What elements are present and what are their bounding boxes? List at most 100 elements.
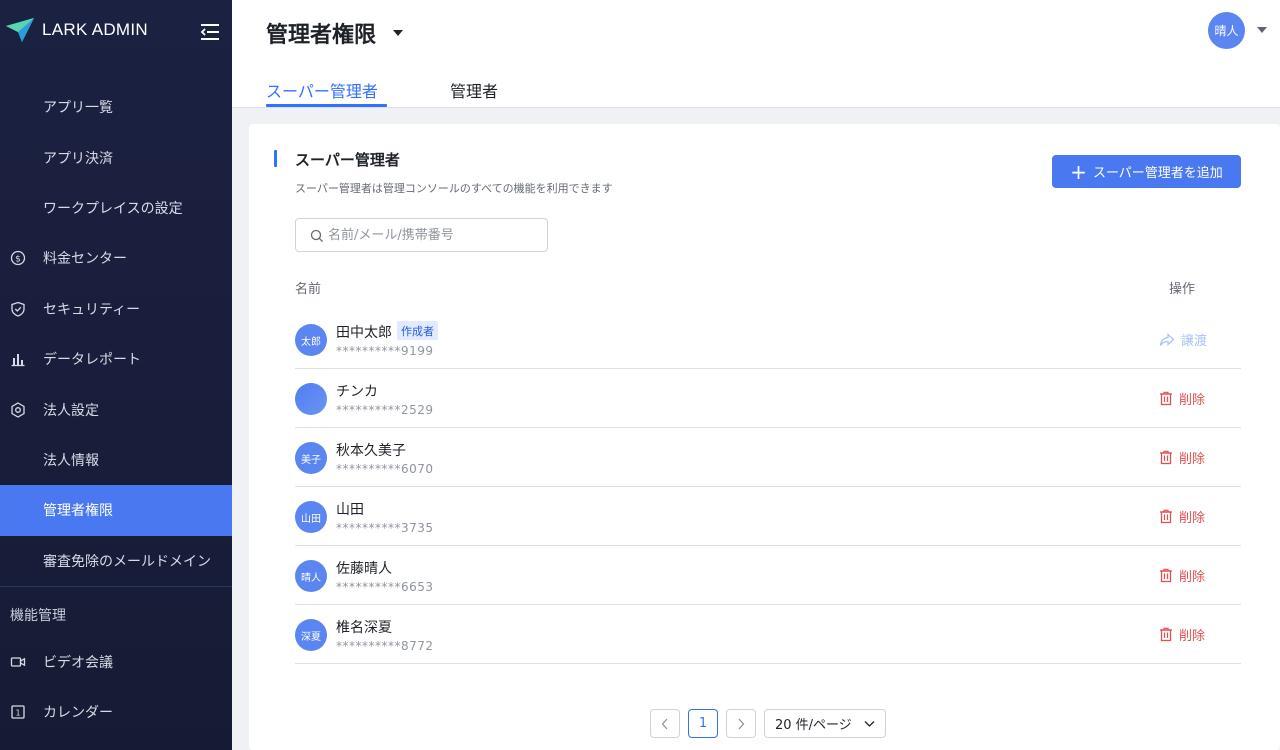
admin-phone: **********6653 — [336, 580, 434, 594]
plus-icon: + — [1070, 159, 1087, 184]
sidebar-item-app-payment[interactable]: アプリ決済 — [0, 132, 232, 182]
trash-icon — [1160, 627, 1172, 642]
prev-page-button[interactable] — [650, 709, 680, 738]
trash-icon — [1160, 568, 1172, 583]
delete-label: 削除 — [1179, 570, 1206, 585]
avatar: 太郎 — [295, 324, 327, 356]
table-row: 深夏 椎名深夏 **********8772 削除 — [295, 605, 1241, 664]
sidebar-item-label: アプリ決済 — [43, 150, 113, 167]
sidebar-item-corporate-info[interactable]: 法人情報 — [0, 435, 232, 485]
trash-icon — [1160, 391, 1172, 406]
sidebar-item-label: 法人情報 — [43, 452, 99, 469]
admin-phone: **********3735 — [336, 521, 434, 535]
table-row: 美子 秋本久美子 **********6070 削除 — [295, 428, 1241, 487]
shield-check-icon — [11, 301, 25, 317]
sidebar-item-label: 料金センター — [43, 251, 127, 268]
section-description: スーパー管理者は管理コンソールのすべての機能を利用できます — [295, 182, 613, 195]
avatar: 晴人 — [295, 560, 327, 592]
dollar-circle-icon: $ — [10, 251, 26, 266]
admin-name: 田中太郎 — [336, 325, 392, 341]
caret-down-icon[interactable] — [393, 30, 403, 36]
table-row: 晴人 佐藤晴人 **********6653 削除 — [295, 546, 1241, 605]
sidebar-item-app-list[interactable]: アプリ一覧 — [0, 82, 232, 132]
chevron-left-icon — [661, 718, 668, 729]
section-title: スーパー管理者 — [295, 151, 400, 169]
delete-button[interactable]: 削除 — [1159, 566, 1205, 585]
sidebar-item-admin-permissions[interactable]: 管理者権限 — [0, 485, 232, 536]
table-row: チンカ **********2529 削除 — [295, 369, 1241, 428]
admin-name: 山田 — [336, 502, 364, 518]
sidebar-item-video-meeting[interactable]: ビデオ会議 — [0, 637, 232, 687]
admin-name: 佐藤晴人 — [336, 561, 392, 577]
sidebar-section-title: 機能管理 — [10, 607, 66, 624]
lark-logo-icon — [6, 18, 34, 42]
sidebar-item-label: アプリ一覧 — [43, 100, 113, 117]
delete-button[interactable]: 削除 — [1159, 507, 1205, 526]
delete-button[interactable]: 削除 — [1159, 389, 1205, 408]
sidebar-item-calendar[interactable]: 1 カレンダー — [0, 687, 232, 737]
delete-label: 削除 — [1179, 452, 1206, 467]
transfer-button[interactable]: 譲渡 — [1159, 330, 1207, 349]
brand: LARK ADMIN — [0, 0, 232, 64]
delete-button[interactable]: 削除 — [1159, 448, 1205, 467]
caret-down-icon[interactable] — [1257, 27, 1267, 33]
add-super-admin-label: スーパー管理者を追加 — [1092, 166, 1223, 181]
avatar: 美子 — [295, 442, 327, 474]
sidebar-item-label: カレンダー — [43, 705, 113, 722]
svg-text:$: $ — [15, 255, 21, 265]
next-page-button[interactable] — [726, 709, 756, 738]
admin-name: チンカ — [336, 384, 378, 400]
hexagon-gear-icon — [11, 401, 25, 418]
add-super-admin-button[interactable]: + スーパー管理者を追加 — [1052, 155, 1241, 188]
delete-label: 削除 — [1179, 511, 1206, 526]
page-size-select[interactable]: 20 件/ページ — [764, 709, 886, 738]
brand-name: LARK ADMIN — [42, 20, 148, 39]
avatar — [295, 383, 327, 415]
column-header-name: 名前 — [295, 282, 322, 297]
admin-phone: **********9199 — [336, 344, 434, 358]
sidebar-nav: アプリ一覧 アプリ決済 ワークプレイスの設定 $ 料金センター セキュリティー — [0, 82, 232, 738]
page-button-current[interactable]: 1 — [688, 709, 718, 738]
super-admin-card: スーパー管理者 スーパー管理者は管理コンソールのすべての機能を利用できます + … — [249, 124, 1280, 750]
delete-button[interactable]: 削除 — [1159, 625, 1205, 644]
page-header: 管理者権限 晴人 スーパー管理者 管理者 — [232, 0, 1280, 108]
creator-badge: 作成者 — [397, 321, 438, 340]
sidebar-item-data-report[interactable]: データレポート — [0, 334, 232, 384]
sidebar-item-billing-center[interactable]: $ 料金センター — [0, 233, 232, 283]
trash-icon — [1160, 450, 1172, 465]
video-camera-icon — [10, 657, 26, 667]
sidebar-item-security[interactable]: セキュリティー — [0, 284, 232, 334]
table-row: 山田 山田 **********3735 削除 — [295, 487, 1241, 546]
menu-collapse-icon[interactable] — [198, 20, 222, 44]
table-row: 太郎 田中太郎 作成者 **********9199 譲渡 — [295, 310, 1241, 369]
section-accent-bar — [274, 150, 277, 167]
sidebar-item-label: ビデオ会議 — [43, 655, 113, 672]
admin-phone: **********2529 — [336, 403, 434, 417]
delete-label: 削除 — [1179, 629, 1206, 644]
sidebar-item-label: セキュリティー — [43, 301, 141, 318]
sidebar-item-workplace-settings[interactable]: ワークプレイスの設定 — [0, 183, 232, 233]
share-forward-icon — [1159, 332, 1175, 346]
sidebar-item-exempt-mail-domain[interactable]: 審査免除のメールドメイン — [0, 536, 232, 586]
chevron-down-icon — [864, 721, 875, 727]
sidebar: LARK ADMIN アプリ一覧 アプリ決済 ワークプレイスの設定 $ 料金セン… — [0, 0, 232, 750]
tab-super-admin[interactable]: スーパー管理者 — [266, 78, 378, 102]
active-tab-indicator — [266, 104, 387, 107]
trash-icon — [1160, 509, 1172, 524]
page-size-label: 20 件/ページ — [775, 718, 852, 733]
search-icon — [310, 229, 323, 242]
admin-phone: **********8772 — [336, 639, 434, 653]
avatar: 深夏 — [295, 619, 327, 651]
admin-phone: **********6070 — [336, 462, 434, 476]
delete-label: 削除 — [1179, 393, 1206, 408]
tab-admin[interactable]: 管理者 — [450, 78, 498, 102]
search-input[interactable] — [328, 224, 538, 246]
admin-list: 太郎 田中太郎 作成者 **********9199 譲渡 チンカ ******… — [295, 310, 1241, 664]
sidebar-item-corporate-settings[interactable]: 法人設定 — [0, 384, 232, 434]
bar-chart-icon — [11, 354, 25, 367]
user-avatar[interactable]: 晴人 — [1208, 12, 1245, 49]
chevron-right-icon — [738, 718, 745, 729]
admin-name: 椎名深夏 — [336, 620, 392, 636]
page-title: 管理者権限 — [266, 23, 377, 48]
sidebar-item-label: 管理者権限 — [43, 503, 113, 520]
